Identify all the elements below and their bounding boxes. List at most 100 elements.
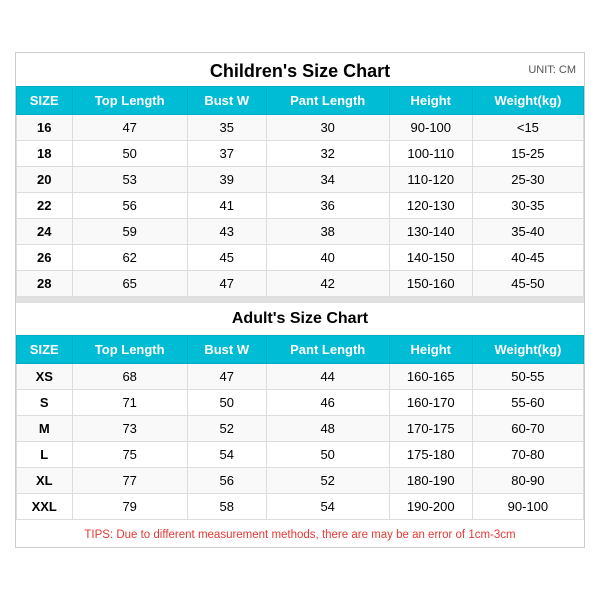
table-cell: 50 (72, 141, 187, 167)
children-header-cell: Weight(kg) (472, 87, 583, 115)
main-title-row: Children's Size Chart UNIT: CM (16, 53, 584, 86)
adult-header-cell: SIZE (17, 336, 73, 364)
table-cell: 90-100 (472, 494, 583, 520)
table-cell: 65 (72, 271, 187, 297)
table-cell: 68 (72, 364, 187, 390)
main-title: Children's Size Chart (210, 61, 390, 81)
table-cell: XL (17, 468, 73, 494)
table-cell: 41 (187, 193, 266, 219)
table-row: 20533934110-12025-30 (17, 167, 584, 193)
table-cell: 46 (266, 390, 389, 416)
children-header-cell: Pant Length (266, 87, 389, 115)
table-cell: 38 (266, 219, 389, 245)
table-cell: 20 (17, 167, 73, 193)
table-cell: 30-35 (472, 193, 583, 219)
adult-header-cell: Top Length (72, 336, 187, 364)
table-cell: 44 (266, 364, 389, 390)
table-cell: 100-110 (389, 141, 472, 167)
table-cell: 58 (187, 494, 266, 520)
table-row: S715046160-17055-60 (17, 390, 584, 416)
table-cell: 18 (17, 141, 73, 167)
adult-table: SIZETop LengthBust WPant LengthHeightWei… (16, 335, 584, 520)
table-cell: 47 (72, 115, 187, 141)
table-cell: 60-70 (472, 416, 583, 442)
table-cell: 175-180 (389, 442, 472, 468)
adult-header-row: SIZETop LengthBust WPant LengthHeightWei… (17, 336, 584, 364)
table-cell: 53 (72, 167, 187, 193)
children-header-cell: SIZE (17, 87, 73, 115)
table-cell: 71 (72, 390, 187, 416)
table-cell: L (17, 442, 73, 468)
table-cell: 120-130 (389, 193, 472, 219)
children-header-cell: Bust W (187, 87, 266, 115)
table-cell: 59 (72, 219, 187, 245)
tips-text: TIPS: Due to different measurement metho… (84, 529, 515, 541)
table-cell: 24 (17, 219, 73, 245)
table-cell: 48 (266, 416, 389, 442)
table-cell: 28 (17, 271, 73, 297)
table-row: 24594338130-14035-40 (17, 219, 584, 245)
table-cell: 43 (187, 219, 266, 245)
table-row: 18503732100-11015-25 (17, 141, 584, 167)
table-cell: 56 (187, 468, 266, 494)
table-row: 26624540140-15040-45 (17, 245, 584, 271)
table-cell: 77 (72, 468, 187, 494)
table-cell: 32 (266, 141, 389, 167)
table-cell: 40 (266, 245, 389, 271)
table-cell: <15 (472, 115, 583, 141)
table-row: 22564136120-13030-35 (17, 193, 584, 219)
table-cell: 39 (187, 167, 266, 193)
table-cell: 190-200 (389, 494, 472, 520)
table-cell: 160-170 (389, 390, 472, 416)
table-cell: 26 (17, 245, 73, 271)
table-cell: 75 (72, 442, 187, 468)
table-cell: 42 (266, 271, 389, 297)
table-cell: 37 (187, 141, 266, 167)
table-cell: 47 (187, 364, 266, 390)
table-row: L755450175-18070-80 (17, 442, 584, 468)
adult-header-cell: Bust W (187, 336, 266, 364)
table-cell: M (17, 416, 73, 442)
tips-row: TIPS: Due to different measurement metho… (16, 520, 584, 547)
table-cell: 36 (266, 193, 389, 219)
children-header-cell: Height (389, 87, 472, 115)
table-cell: 73 (72, 416, 187, 442)
table-row: XS684744160-16550-55 (17, 364, 584, 390)
table-cell: 30 (266, 115, 389, 141)
table-cell: 79 (72, 494, 187, 520)
children-header-row: SIZETop LengthBust WPant LengthHeightWei… (17, 87, 584, 115)
table-cell: 180-190 (389, 468, 472, 494)
adult-title-row: Adult's Size Chart (16, 303, 584, 335)
table-cell: 50 (266, 442, 389, 468)
adult-header-cell: Weight(kg) (472, 336, 583, 364)
table-row: 28654742150-16045-50 (17, 271, 584, 297)
table-cell: 140-150 (389, 245, 472, 271)
children-table: SIZETop LengthBust WPant LengthHeightWei… (16, 86, 584, 297)
table-row: 1647353090-100<15 (17, 115, 584, 141)
table-cell: 35-40 (472, 219, 583, 245)
table-cell: 34 (266, 167, 389, 193)
table-cell: 50 (187, 390, 266, 416)
table-cell: 70-80 (472, 442, 583, 468)
table-cell: 54 (187, 442, 266, 468)
table-cell: 16 (17, 115, 73, 141)
table-row: XL775652180-19080-90 (17, 468, 584, 494)
table-cell: 47 (187, 271, 266, 297)
table-cell: 40-45 (472, 245, 583, 271)
table-row: XXL795854190-20090-100 (17, 494, 584, 520)
children-header-cell: Top Length (72, 87, 187, 115)
table-cell: 45-50 (472, 271, 583, 297)
table-cell: 170-175 (389, 416, 472, 442)
table-cell: S (17, 390, 73, 416)
table-cell: 160-165 (389, 364, 472, 390)
table-cell: 62 (72, 245, 187, 271)
table-cell: 45 (187, 245, 266, 271)
table-cell: 25-30 (472, 167, 583, 193)
table-cell: 90-100 (389, 115, 472, 141)
adult-header-cell: Height (389, 336, 472, 364)
table-cell: 52 (187, 416, 266, 442)
table-cell: 150-160 (389, 271, 472, 297)
table-cell: 54 (266, 494, 389, 520)
table-cell: 15-25 (472, 141, 583, 167)
table-cell: XXL (17, 494, 73, 520)
